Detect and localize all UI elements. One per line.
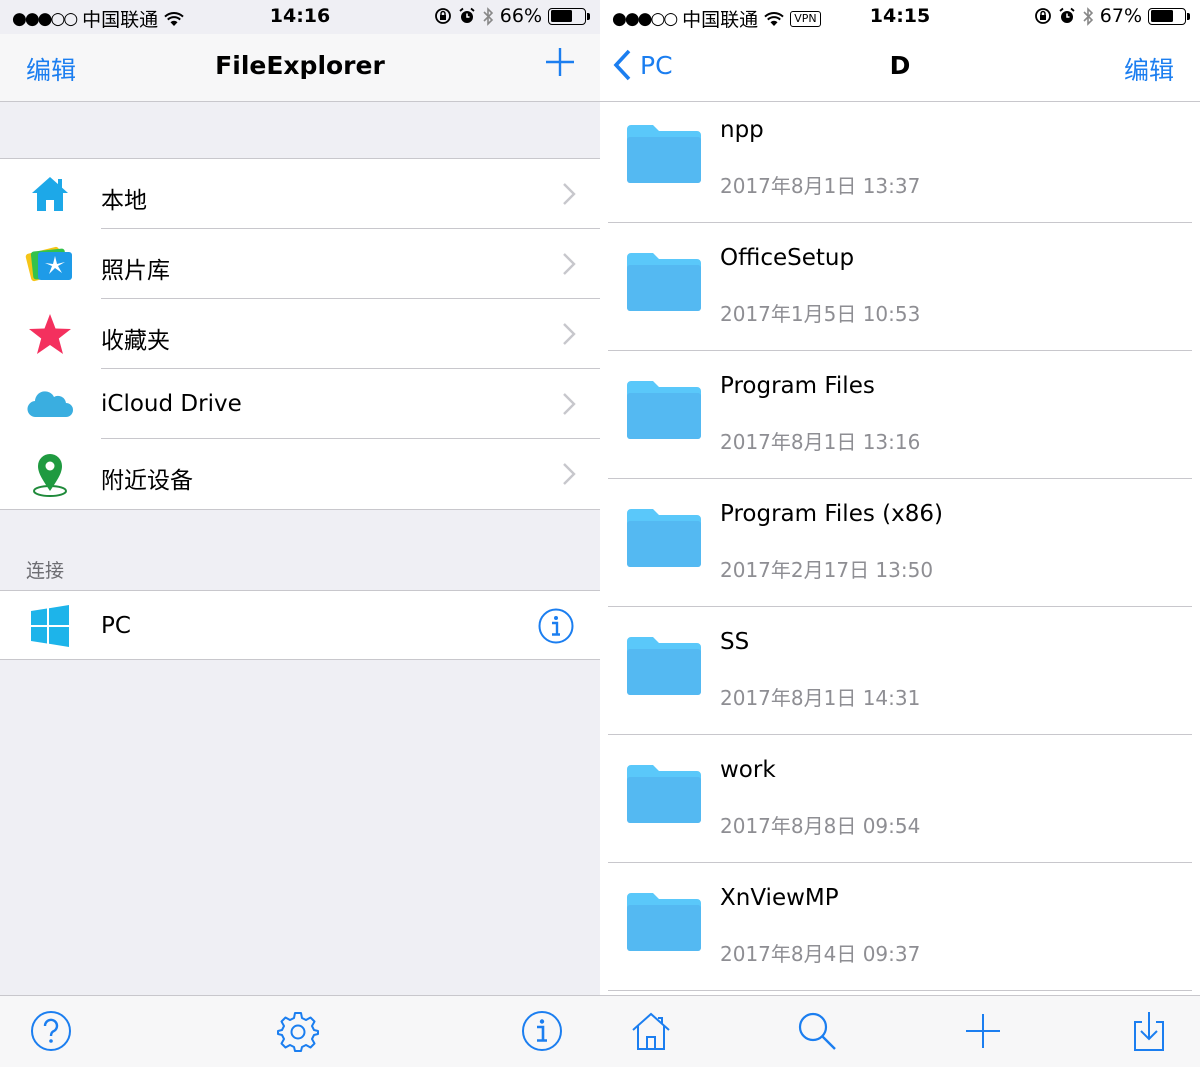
file-name: Program Files: [720, 373, 875, 399]
file-name: XnViewMP: [720, 885, 839, 911]
new-item-button[interactable]: [962, 1010, 1004, 1056]
connections-list: PC: [0, 590, 600, 660]
battery-percent: 67%: [1099, 5, 1142, 27]
right-screen: ●●●○○ 中国联通 VPN 14:15 67% PC D 编辑 npp 201…: [600, 0, 1200, 1067]
cloud-icon: [27, 391, 73, 418]
settings-button[interactable]: [277, 1010, 319, 1056]
list-item-nearby[interactable]: 附近设备: [0, 439, 600, 509]
list-item-favorites[interactable]: 收藏夹: [0, 299, 600, 369]
gear-icon: [277, 1012, 319, 1052]
home-icon: [632, 1012, 670, 1050]
alarm-icon: [459, 7, 475, 23]
bluetooth-icon: [1083, 6, 1093, 26]
list-item-label: PC: [101, 613, 131, 639]
chevron-right-icon: [563, 323, 576, 345]
download-icon: [1134, 1012, 1164, 1051]
folder-icon: [627, 253, 701, 311]
file-name: npp: [720, 117, 764, 143]
home-tab-button[interactable]: [630, 1010, 672, 1056]
list-item-local[interactable]: 本地: [0, 159, 600, 229]
plus-icon: [966, 1014, 1000, 1048]
list-item-label: 收藏夹: [101, 328, 170, 354]
section-header-connections: 连接: [26, 560, 65, 582]
file-row[interactable]: XnViewMP 2017年8月4日 09:37: [608, 863, 1192, 991]
folder-icon: [627, 893, 701, 951]
plus-icon: [546, 48, 574, 76]
file-date: 2017年1月5日 10:53: [720, 302, 921, 326]
battery-icon: [548, 7, 590, 25]
status-bar: ●●●○○ 中国联通 VPN 14:15 67%: [600, 0, 1200, 34]
photos-icon: [25, 246, 72, 282]
download-button[interactable]: [1128, 1010, 1170, 1056]
folder-icon: [627, 765, 701, 823]
list-item-photos[interactable]: 照片库: [0, 229, 600, 299]
locations-list: 本地 照片库 收藏夹 iCloud Drive 附近设备: [0, 158, 600, 510]
status-bar: ●●●○○ 中国联通 14:16 66%: [0, 0, 600, 34]
rotation-lock-icon: [434, 8, 451, 24]
search-button[interactable]: [796, 1010, 838, 1056]
battery-icon: [1148, 7, 1190, 25]
help-icon: [31, 1011, 71, 1051]
alarm-icon: [1059, 7, 1075, 23]
file-row[interactable]: SS 2017年8月1日 14:31: [608, 607, 1192, 735]
file-date: 2017年8月1日 13:37: [720, 174, 921, 198]
nav-bar: PC D 编辑: [600, 34, 1200, 102]
folder-icon: [627, 509, 701, 567]
file-name: OfficeSetup: [720, 245, 855, 271]
file-row[interactable]: npp 2017年8月1日 13:37: [608, 95, 1192, 223]
list-item-label: 本地: [101, 188, 147, 214]
file-date: 2017年8月1日 13:16: [720, 430, 921, 454]
home-icon: [32, 177, 68, 211]
file-row[interactable]: Program Files 2017年8月1日 13:16: [608, 351, 1192, 479]
page-title: FileExplorer: [215, 51, 385, 80]
chevron-right-icon: [563, 183, 576, 205]
tab-bar: [600, 995, 1200, 1067]
list-item-label: 照片库: [101, 258, 170, 284]
folder-icon: [627, 381, 701, 439]
file-date: 2017年8月4日 09:37: [720, 942, 921, 966]
chevron-right-icon: [563, 253, 576, 275]
file-row[interactable]: work 2017年8月8日 09:54: [608, 735, 1192, 863]
file-date: 2017年8月8日 09:54: [720, 814, 921, 838]
file-row[interactable]: Program Files (x86) 2017年2月17日 13:50: [608, 479, 1192, 607]
file-name: work: [720, 757, 776, 783]
list-item-pc[interactable]: PC: [0, 591, 600, 661]
pc-info-button[interactable]: [538, 608, 574, 648]
folder-icon: [627, 637, 701, 695]
folder-icon: [627, 125, 701, 183]
add-button[interactable]: [544, 46, 576, 84]
rotation-lock-icon: [1034, 8, 1051, 24]
tab-bar: [0, 995, 600, 1067]
file-name: Program Files (x86): [720, 501, 943, 527]
help-button[interactable]: [30, 1010, 72, 1056]
chevron-right-icon: [563, 393, 576, 415]
star-icon: [29, 314, 71, 354]
battery-percent: 66%: [499, 5, 542, 27]
file-row[interactable]: OfficeSetup 2017年1月5日 10:53: [608, 223, 1192, 351]
chevron-right-icon: [563, 463, 576, 485]
list-item-label: 附近设备: [101, 468, 193, 494]
edit-button[interactable]: 编辑: [1124, 51, 1174, 87]
search-icon: [798, 1012, 836, 1050]
file-date: 2017年2月17日 13:50: [720, 558, 934, 582]
file-name: SS: [720, 629, 750, 655]
left-screen: ●●●○○ 中国联通 14:16 66% 编辑 FileExplorer 本地 …: [0, 0, 600, 1067]
file-date: 2017年8月1日 14:31: [720, 686, 921, 710]
windows-icon: [31, 605, 69, 647]
location-pin-icon: [33, 454, 67, 497]
about-button[interactable]: [521, 1010, 563, 1056]
info-icon: [538, 608, 574, 644]
bluetooth-icon: [483, 6, 493, 26]
nav-bar: 编辑 FileExplorer: [0, 34, 600, 102]
page-title: D: [889, 51, 911, 80]
list-item-icloud[interactable]: iCloud Drive: [0, 369, 600, 439]
list-item-label: iCloud Drive: [101, 391, 242, 417]
info-icon: [522, 1011, 562, 1051]
